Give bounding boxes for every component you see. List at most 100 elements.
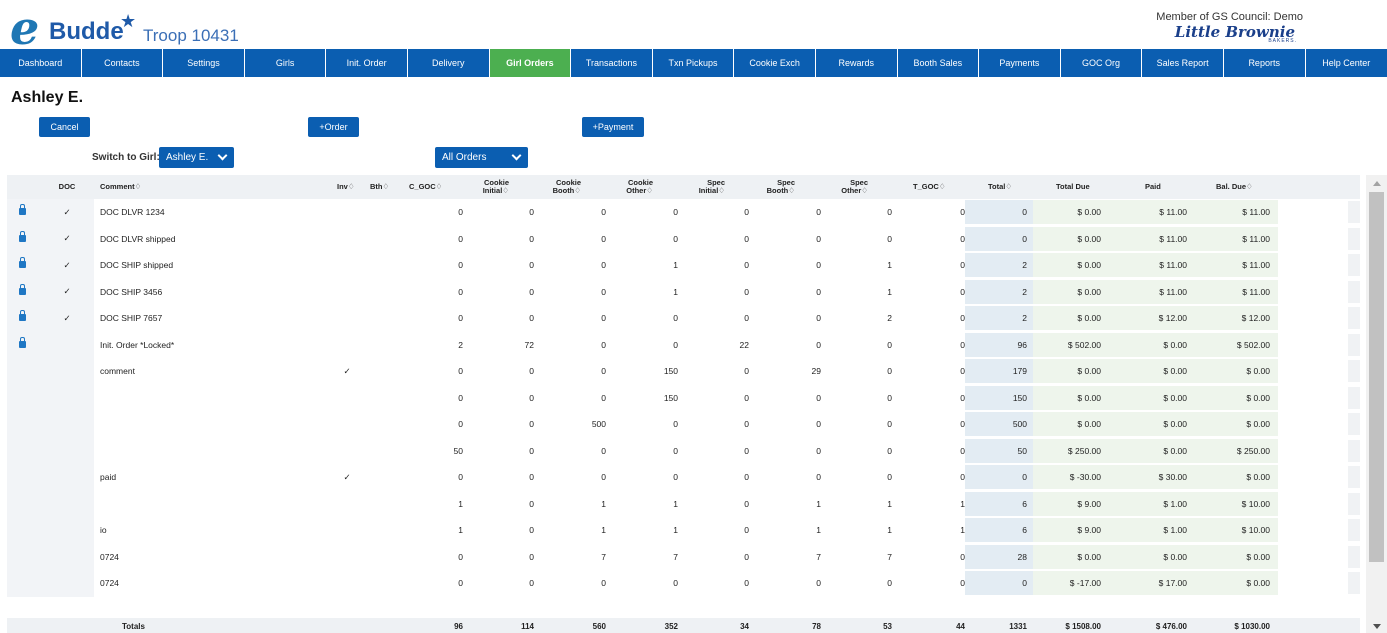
table-row[interactable]: ✓ DOC SHIP shipped 0 0 0 1 0 0 1 0 2 $ 0.00 $ 11.00 $… bbox=[7, 252, 1360, 279]
col-spec-initial[interactable]: Spec Initial♢ bbox=[691, 175, 725, 199]
table-row[interactable]: 1 0 1 1 0 1 1 1 6 $ 9.00 $ 1.00 $ 10.00 bbox=[7, 490, 1360, 518]
total-due-cell: $ 0.00 bbox=[1077, 392, 1101, 403]
col-doc[interactable]: DOC bbox=[59, 175, 76, 199]
spec-other-cell: 0 bbox=[887, 366, 892, 377]
nav-item-help-center[interactable]: Help Center bbox=[1306, 49, 1387, 77]
inv-check: ✓ bbox=[343, 365, 351, 376]
row-status-cell bbox=[7, 464, 94, 491]
nav-item-rewards[interactable]: Rewards bbox=[816, 49, 898, 77]
nav-item-payments[interactable]: Payments bbox=[979, 49, 1061, 77]
t-goc-cell: 1 bbox=[960, 498, 965, 509]
inv-check bbox=[342, 305, 352, 332]
row-end-cell bbox=[1348, 201, 1360, 223]
inv-check bbox=[342, 279, 352, 306]
t-goc-cell: 1 bbox=[960, 525, 965, 536]
table-row[interactable]: Init. Order *Locked* 2 72 0 0 22 0 0 0 96 $ 502.00… bbox=[7, 331, 1360, 358]
table-row[interactable]: ✓ DOC DLVR 1234 0 0 0 0 0 0 0 0 0 $ 0.00 $ 11.00 $ 11… bbox=[7, 199, 1360, 226]
col-total-due[interactable]: Total Due bbox=[1056, 175, 1116, 199]
col-paid[interactable]: Paid bbox=[1145, 175, 1185, 199]
table-row[interactable]: io 1 0 1 1 0 1 1 1 6 $ 9.00 $ 1.00 $ 10.00 bbox=[7, 517, 1360, 544]
cookie-initial-cell: 0 bbox=[529, 286, 534, 297]
cookie-initial-cell: 0 bbox=[529, 419, 534, 430]
nav-item-contacts[interactable]: Contacts bbox=[82, 49, 164, 77]
nav-item-delivery[interactable]: Delivery bbox=[408, 49, 490, 77]
t-goc-cell: 0 bbox=[960, 207, 965, 218]
cancel-button[interactable]: Cancel bbox=[39, 117, 90, 137]
chevron-down-icon bbox=[511, 150, 522, 161]
nav-item-txn-pickups[interactable]: Txn Pickups bbox=[653, 49, 735, 77]
t-goc-cell: 0 bbox=[960, 339, 965, 350]
scrollbar-thumb[interactable] bbox=[1369, 192, 1384, 562]
scroll-down-icon[interactable] bbox=[1373, 624, 1381, 629]
col-spec-booth[interactable]: Spec Booth♢ bbox=[761, 175, 795, 199]
cookie-other-cell: 1 bbox=[673, 498, 678, 509]
comment-cell: io bbox=[100, 525, 107, 536]
order-filter-select[interactable]: All Orders bbox=[435, 147, 528, 168]
paid-cell: $ 1.00 bbox=[1163, 525, 1187, 536]
total-due-cell: $ 0.00 bbox=[1077, 286, 1101, 297]
nav-item-girl-orders[interactable]: Girl Orders bbox=[489, 49, 572, 77]
col-bal-due[interactable]: Bal. Due♢ bbox=[1216, 175, 1266, 199]
add-payment-button[interactable]: +Payment bbox=[582, 117, 644, 137]
comment-cell: DOC DLVR shipped bbox=[100, 233, 176, 244]
col-t-goc[interactable]: T_GOC♢ bbox=[913, 175, 953, 199]
bth-check bbox=[372, 279, 382, 306]
total-due-cell: $ 0.00 bbox=[1077, 366, 1101, 377]
nav-item-booth-sales[interactable]: Booth Sales bbox=[898, 49, 980, 77]
t-goc-cell: 0 bbox=[960, 392, 965, 403]
total-due-cell: $ 0.00 bbox=[1077, 551, 1101, 562]
row-status-cell bbox=[7, 570, 94, 597]
table-row[interactable]: 0 0 500 0 0 0 0 0 500 $ 0.00 $ 0.00 $ 0.00 bbox=[7, 411, 1360, 438]
col-total[interactable]: Total♢ bbox=[988, 175, 1028, 199]
ebudde-logo[interactable]: e Budde ★ bbox=[10, 1, 136, 55]
bal-due-cell: $ 12.00 bbox=[1241, 313, 1270, 324]
col-cookie-booth[interactable]: Cookie Booth♢ bbox=[547, 175, 581, 199]
comment-cell bbox=[100, 411, 300, 438]
switch-girl-select[interactable]: Ashley E. bbox=[159, 147, 234, 168]
table-row[interactable]: 50 0 0 0 0 0 0 0 50 $ 250.00 $ 0.00 $ 250.00 bbox=[7, 437, 1360, 464]
col-inv[interactable]: Inv♢ bbox=[337, 175, 367, 199]
table-row[interactable]: ✓ DOC DLVR shipped 0 0 0 0 0 0 0 0 0 $ 0.00 $ 11.00 $… bbox=[7, 225, 1360, 252]
spec-booth-cell: 0 bbox=[816, 578, 821, 589]
spec-initial-cell: 0 bbox=[744, 286, 749, 297]
table-row[interactable]: paid ✓ 0 0 0 0 0 0 0 0 0 $ -30.00 $ 30.00 $ 0.00 bbox=[7, 464, 1360, 491]
scroll-up-icon[interactable] bbox=[1373, 181, 1381, 186]
table-row[interactable]: ✓ DOC SHIP 3456 0 0 0 1 0 0 1 0 2 $ 0.00 $ 11.00 $ 11… bbox=[7, 278, 1360, 306]
c-goc-cell: 0 bbox=[458, 286, 463, 297]
vertical-scrollbar[interactable] bbox=[1366, 175, 1387, 633]
col-bth[interactable]: Bth♢ bbox=[370, 175, 400, 199]
col-cookie-other[interactable]: Cookie Other♢ bbox=[619, 175, 653, 199]
total-cell: 2 bbox=[1022, 260, 1027, 271]
row-end-cell bbox=[1348, 307, 1360, 329]
table-row[interactable]: ✓ DOC SHIP 7657 0 0 0 0 0 0 2 0 2 $ 0.00 $ 12.00 $ 12… bbox=[7, 305, 1360, 332]
nav-item-sales-report[interactable]: Sales Report bbox=[1142, 49, 1224, 77]
col-comment[interactable]: Comment♢ bbox=[100, 175, 250, 199]
totals-cookie-booth-cell: 560 bbox=[592, 621, 606, 631]
bal-due-cell: $ 0.00 bbox=[1246, 551, 1270, 562]
table-row[interactable]: 0 0 0 150 0 0 0 0 150 $ 0.00 $ 0.00 $ 0.00 bbox=[7, 384, 1360, 411]
nav-item-goc-org[interactable]: GOC Org bbox=[1061, 49, 1143, 77]
nav-item-transactions[interactable]: Transactions bbox=[571, 49, 653, 77]
total-due-cell: $ 0.00 bbox=[1077, 233, 1101, 244]
col-spec-other[interactable]: Spec Other♢ bbox=[834, 175, 868, 199]
nav-item-reports[interactable]: Reports bbox=[1224, 49, 1306, 77]
row-status-cell bbox=[7, 358, 94, 385]
col-c-goc[interactable]: C_GOC♢ bbox=[409, 175, 459, 199]
cookie-initial-cell: 0 bbox=[529, 472, 534, 483]
nav-item-dashboard[interactable]: Dashboard bbox=[0, 49, 82, 77]
nav-item-cookie-exch[interactable]: Cookie Exch bbox=[734, 49, 816, 77]
paid-cell: $ 0.00 bbox=[1163, 551, 1187, 562]
add-order-button[interactable]: +Order bbox=[308, 117, 359, 137]
comment-cell bbox=[100, 491, 300, 518]
total-cell: 6 bbox=[1022, 525, 1027, 536]
table-row[interactable]: 0724 0 0 0 0 0 0 0 0 0 $ -17.00 $ 17.00 $ 0.00 bbox=[7, 570, 1360, 597]
doc-check bbox=[59, 491, 75, 518]
table-row[interactable]: comment ✓ 0 0 0 150 0 29 0 0 179 $ 0.00 $ 0.00 $ 0.00 bbox=[7, 358, 1360, 385]
nav-item-init-order[interactable]: Init. Order bbox=[326, 49, 408, 77]
nav-item-girls[interactable]: Girls bbox=[245, 49, 327, 77]
nav-item-settings[interactable]: Settings bbox=[163, 49, 245, 77]
bal-due-cell: $ 11.00 bbox=[1242, 207, 1270, 218]
col-cookie-initial[interactable]: Cookie Initial♢ bbox=[475, 175, 509, 199]
comment-cell: Init. Order *Locked* bbox=[100, 339, 175, 350]
table-row[interactable]: 0724 0 0 7 7 0 7 7 0 28 $ 0.00 $ 0.00 $ 0.00 bbox=[7, 543, 1360, 570]
